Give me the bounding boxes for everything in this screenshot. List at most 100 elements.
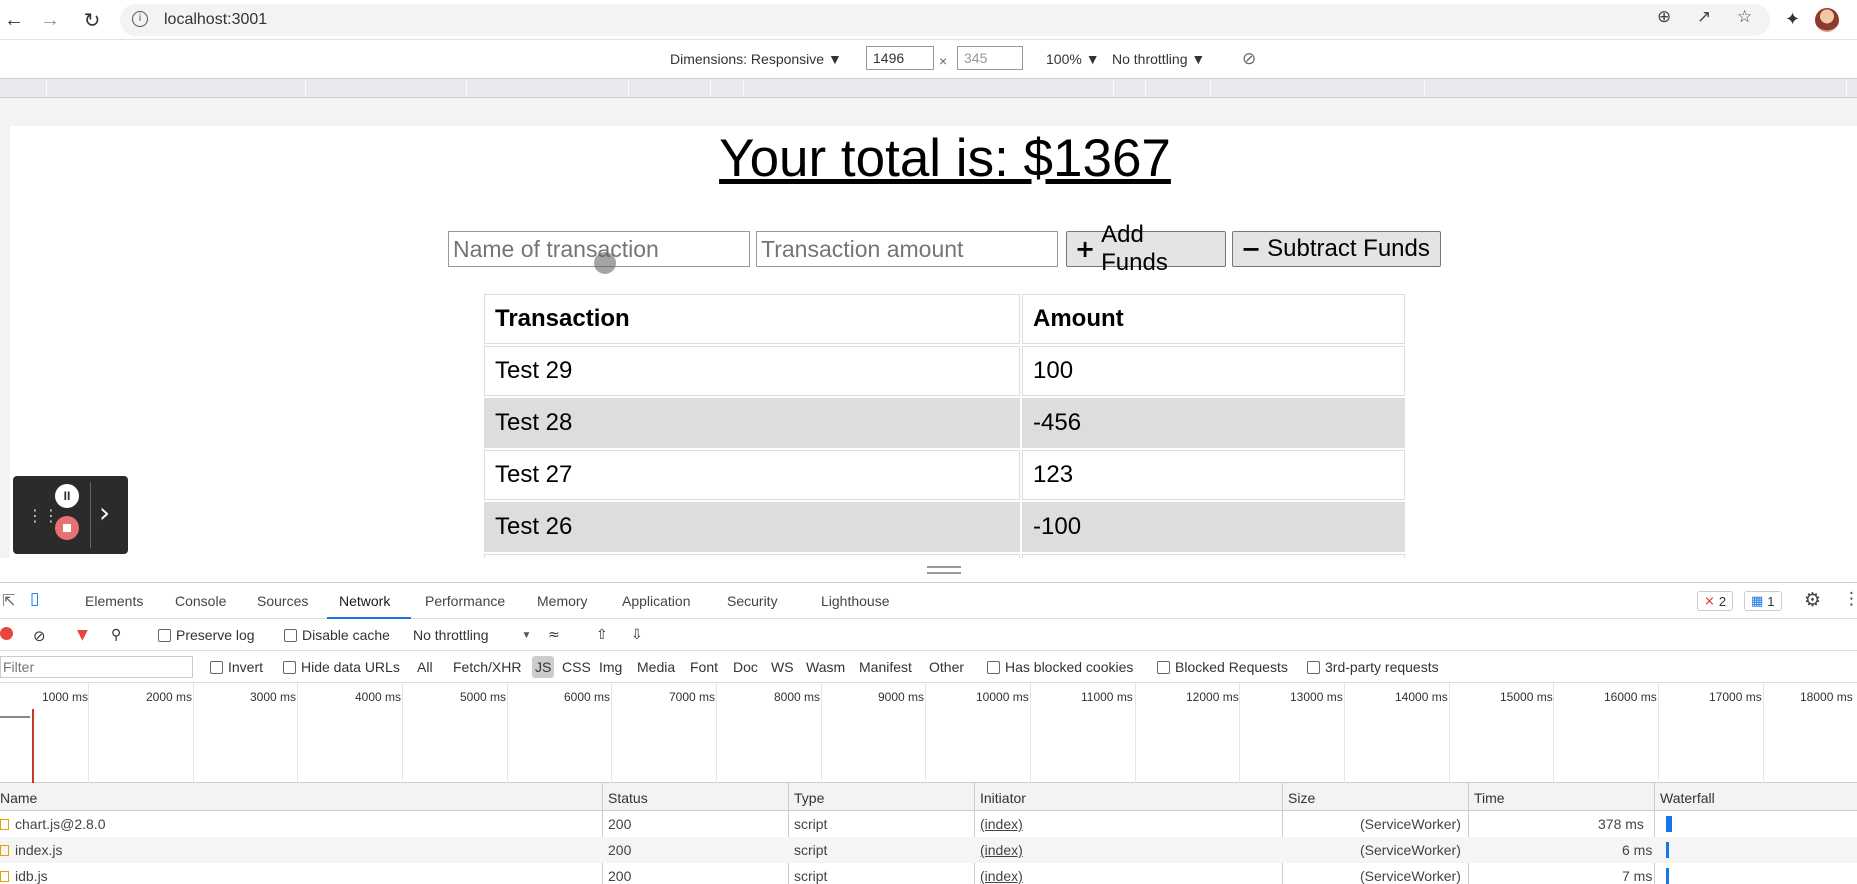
browser-toolbar: ← → ↻ i localhost:3001 ⊕ ↗ ☆ ✦: [0, 0, 1857, 40]
column-header-time[interactable]: Time: [1474, 790, 1505, 806]
back-arrow-icon[interactable]: ←: [0, 6, 28, 34]
add-funds-button[interactable]: + Add Funds: [1066, 221, 1226, 276]
load-marker: [32, 709, 34, 783]
filter-type-img[interactable]: Img: [599, 659, 622, 675]
profile-avatar[interactable]: [1815, 8, 1839, 32]
record-icon[interactable]: [0, 627, 13, 640]
request-initiator-link[interactable]: (index): [980, 868, 1023, 884]
table-row[interactable]: index.js 200 script (index) (ServiceWork…: [0, 837, 1857, 863]
site-info-icon[interactable]: i: [132, 11, 148, 27]
filter-type-js[interactable]: JS: [532, 656, 555, 678]
tab-lighthouse[interactable]: Lighthouse: [821, 593, 890, 609]
tab-security[interactable]: Security: [727, 593, 778, 609]
devtools-resize-handle[interactable]: [927, 566, 961, 574]
throttling-select[interactable]: No throttling ▼: [1112, 51, 1205, 67]
device-toolbar: Dimensions: Responsive ▼ 1496 × 345 100%…: [0, 40, 1857, 78]
forward-arrow-icon[interactable]: →: [36, 6, 64, 34]
script-file-icon: [0, 819, 9, 830]
column-header-initiator[interactable]: Initiator: [980, 790, 1026, 806]
export-har-icon[interactable]: ⇩: [631, 627, 643, 643]
tab-application[interactable]: Application: [622, 593, 691, 609]
filter-type-wasm[interactable]: Wasm: [806, 659, 845, 675]
request-initiator-link[interactable]: (index): [980, 816, 1023, 832]
message-badge[interactable]: ▦ 1: [1744, 591, 1782, 611]
timeline-tick: 4000 ms: [355, 690, 402, 704]
column-header-waterfall[interactable]: Waterfall: [1660, 790, 1715, 806]
column-header-type[interactable]: Type: [794, 790, 824, 806]
disable-cache-checkbox[interactable]: Disable cache: [284, 627, 390, 643]
tab-memory[interactable]: Memory: [537, 593, 588, 609]
request-name: chart.js@2.8.0: [0, 816, 105, 832]
pause-icon[interactable]: II: [55, 484, 79, 508]
preserve-log-checkbox[interactable]: Preserve log: [158, 627, 255, 643]
transaction-amount-input[interactable]: [756, 231, 1058, 267]
zoom-select[interactable]: 100% ▼: [1046, 51, 1100, 67]
tab-performance[interactable]: Performance: [425, 593, 505, 609]
request-type: script: [794, 816, 828, 832]
filter-funnel-icon[interactable]: ▼: [77, 627, 88, 643]
filter-type-ws[interactable]: WS: [771, 659, 794, 675]
filter-type-media[interactable]: Media: [637, 659, 675, 675]
network-overview-timeline[interactable]: 1000 ms 2000 ms 3000 ms 4000 ms 5000 ms …: [0, 683, 1857, 783]
devtools-tabbar: ⇱ ▯ Elements Console Sources Network Per…: [0, 583, 1857, 619]
has-blocked-cookies-checkbox[interactable]: Has blocked cookies: [987, 659, 1133, 675]
bookmark-star-icon[interactable]: ☆: [1737, 7, 1752, 27]
filter-type-fetch-xhr[interactable]: Fetch/XHR: [453, 659, 521, 675]
timeline-tick: 2000 ms: [146, 690, 193, 704]
script-file-icon: [0, 845, 9, 856]
error-badge[interactable]: ⨯ 2: [1697, 591, 1734, 611]
url-text[interactable]: localhost:3001: [164, 11, 267, 29]
table-row[interactable]: idb.js 200 script (index) (ServiceWorker…: [0, 863, 1857, 884]
extensions-puzzle-icon[interactable]: ✦: [1785, 9, 1800, 30]
width-input[interactable]: 1496: [866, 46, 934, 70]
search-icon[interactable]: ⚲: [111, 627, 121, 643]
import-har-icon[interactable]: ⇧: [596, 627, 608, 643]
request-size: (ServiceWorker): [1360, 842, 1461, 858]
app-page: [10, 126, 1857, 558]
request-initiator-link[interactable]: (index): [980, 842, 1023, 858]
request-name: index.js: [0, 842, 62, 858]
table-row[interactable]: chart.js@2.8.0 200 script (index) (Servi…: [0, 811, 1857, 837]
filter-type-all[interactable]: All: [417, 659, 433, 675]
tab-elements[interactable]: Elements: [85, 593, 143, 609]
dimensions-select[interactable]: Dimensions: Responsive ▼: [670, 51, 842, 67]
column-header-name[interactable]: Name: [0, 790, 37, 806]
column-header-size[interactable]: Size: [1288, 790, 1315, 806]
rotate-icon[interactable]: ⊘: [1242, 49, 1256, 69]
filter-input[interactable]: [0, 656, 193, 678]
subtract-funds-button[interactable]: − Subtract Funds: [1232, 231, 1441, 267]
filter-type-css[interactable]: CSS: [562, 659, 591, 675]
height-input[interactable]: 345: [957, 46, 1023, 70]
tab-network[interactable]: Network: [339, 593, 390, 609]
blocked-requests-checkbox[interactable]: Blocked Requests: [1157, 659, 1288, 675]
request-type: script: [794, 842, 828, 858]
tab-console[interactable]: Console: [175, 593, 226, 609]
filter-type-doc[interactable]: Doc: [733, 659, 758, 675]
stop-icon[interactable]: [55, 516, 79, 540]
drag-grip-icon[interactable]: ⋮⋮: [27, 506, 59, 525]
settings-gear-icon[interactable]: ⚙: [1804, 589, 1821, 611]
filter-type-other[interactable]: Other: [929, 659, 964, 675]
zoom-icon[interactable]: ⊕: [1657, 7, 1671, 27]
tab-sources[interactable]: Sources: [257, 593, 308, 609]
address-bar[interactable]: i localhost:3001: [120, 4, 1770, 36]
third-party-checkbox[interactable]: 3rd-party requests: [1307, 659, 1439, 675]
filter-type-font[interactable]: Font: [690, 659, 718, 675]
clear-icon[interactable]: ⊘: [33, 627, 46, 645]
device-toggle-icon[interactable]: ▯: [30, 589, 39, 609]
column-header-status[interactable]: Status: [608, 790, 648, 806]
filter-type-manifest[interactable]: Manifest: [859, 659, 912, 675]
more-options-icon[interactable]: ⋮: [1843, 589, 1857, 609]
reload-icon[interactable]: ↻: [78, 6, 106, 34]
inspect-element-icon[interactable]: ⇱: [2, 591, 15, 610]
network-throttling-select[interactable]: No throttling ▼: [413, 627, 531, 643]
network-conditions-icon[interactable]: ≈: [548, 627, 560, 643]
chevron-right-icon[interactable]: ›: [99, 496, 110, 529]
timeline-tick: 17000 ms: [1709, 690, 1762, 704]
timeline-tick: 1000 ms: [42, 690, 89, 704]
media-query-ruler[interactable]: [0, 78, 1857, 98]
share-icon[interactable]: ↗: [1697, 7, 1711, 27]
hide-data-urls-checkbox[interactable]: Hide data URLs: [283, 659, 400, 675]
invert-checkbox[interactable]: Invert: [210, 659, 263, 675]
plus-icon: +: [1075, 235, 1096, 263]
